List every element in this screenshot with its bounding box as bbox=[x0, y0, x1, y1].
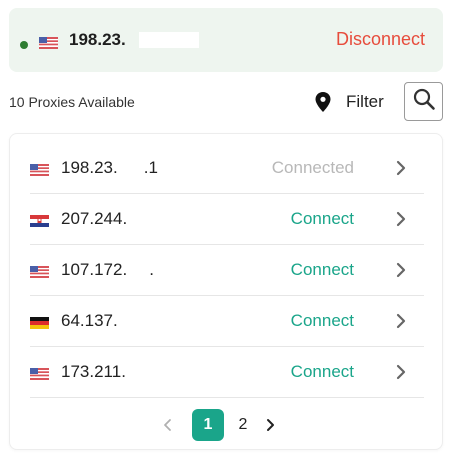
proxy-ip-suffix: .1 bbox=[143, 158, 158, 177]
filter-label: Filter bbox=[346, 92, 384, 111]
us-flag-icon bbox=[30, 265, 49, 283]
search-button[interactable] bbox=[404, 82, 443, 121]
hr-flag-icon bbox=[30, 214, 49, 232]
proxy-ip: 64.137. bbox=[61, 311, 118, 330]
redacted-ip-segment bbox=[139, 32, 199, 48]
chevron-right-icon[interactable] bbox=[262, 417, 278, 433]
proxies-count-label: 10 Proxies Available bbox=[9, 94, 135, 110]
chevron-right-icon[interactable] bbox=[396, 364, 406, 380]
filter-button[interactable]: Filter bbox=[314, 89, 384, 115]
connected-indicator-dot bbox=[20, 41, 28, 49]
proxy-row[interactable]: 173.211. Connect bbox=[30, 347, 424, 398]
proxy-ip-suffix: . bbox=[149, 260, 154, 279]
proxy-list-card: 198.23. .1 Connected 207.244. Connect 10… bbox=[9, 133, 443, 450]
us-flag-icon bbox=[30, 163, 49, 181]
location-pin-icon bbox=[314, 91, 332, 113]
proxy-ip-prefix: 198.23. bbox=[61, 158, 118, 177]
search-icon bbox=[412, 87, 436, 116]
disconnect-button[interactable]: Disconnect bbox=[336, 27, 425, 51]
chevron-right-icon[interactable] bbox=[396, 211, 406, 227]
proxy-ip: 173.211. bbox=[61, 362, 126, 381]
proxy-ip-prefix: 107.172. bbox=[61, 260, 128, 279]
proxy-status-connected: Connected bbox=[271, 158, 354, 177]
proxy-row[interactable]: 207.244. Connect bbox=[30, 194, 424, 245]
proxy-connect-button[interactable]: Connect bbox=[291, 259, 354, 281]
chevron-right-icon[interactable] bbox=[396, 160, 406, 176]
pagination: 1 2 bbox=[160, 409, 278, 441]
connection-status-bar: 198.23. Disconnect bbox=[9, 8, 443, 72]
page-button-2[interactable]: 2 bbox=[227, 409, 259, 441]
connected-ip-address: 198.23. bbox=[69, 30, 126, 49]
proxy-connect-button[interactable]: Connect bbox=[291, 361, 354, 383]
chevron-right-icon[interactable] bbox=[396, 262, 406, 278]
proxy-list: 198.23. .1 Connected 207.244. Connect 10… bbox=[30, 143, 424, 398]
page-button-1[interactable]: 1 bbox=[192, 409, 224, 441]
proxy-row[interactable]: 198.23. .1 Connected bbox=[30, 143, 424, 194]
proxy-row[interactable]: 64.137. Connect bbox=[30, 296, 424, 347]
proxy-ip: 198.23. .1 bbox=[61, 158, 158, 178]
chevron-left-icon[interactable] bbox=[160, 417, 176, 433]
proxy-ip: 207.244. bbox=[61, 209, 128, 228]
chevron-right-icon[interactable] bbox=[396, 313, 406, 329]
us-flag-icon bbox=[30, 367, 49, 385]
proxy-ip: 107.172.. bbox=[61, 260, 154, 280]
proxy-row[interactable]: 107.172.. Connect bbox=[30, 245, 424, 296]
proxy-connect-button[interactable]: Connect bbox=[291, 310, 354, 332]
us-flag-icon bbox=[39, 36, 58, 54]
proxy-connect-button[interactable]: Connect bbox=[291, 208, 354, 230]
de-flag-icon bbox=[30, 316, 49, 334]
